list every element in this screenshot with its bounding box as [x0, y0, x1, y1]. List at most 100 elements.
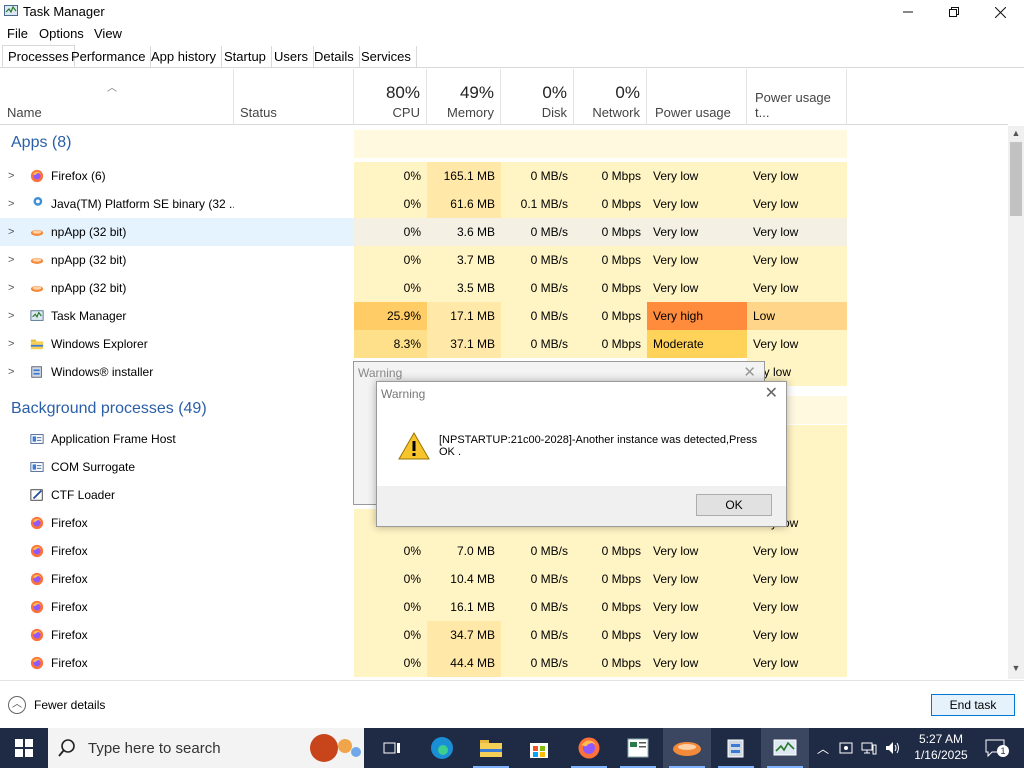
expand-chevron-icon[interactable]: >: [8, 302, 14, 330]
column-status[interactable]: Status: [234, 69, 354, 125]
expand-chevron-icon[interactable]: >: [8, 162, 14, 190]
process-row[interactable]: > Task Manager 25.9% 17.1 MB 0 MB/s 0 Mb…: [0, 302, 1008, 330]
process-row[interactable]: Firefox 0% 16.1 MB 0 MB/s 0 Mbps Very lo…: [0, 593, 1008, 621]
group-title-background: Background processes (49): [11, 400, 207, 417]
tray-overflow-chevron-icon[interactable]: ︿: [812, 728, 834, 768]
network-value: 0 Mbps: [574, 593, 647, 621]
npapp-taskbar-button[interactable]: [663, 728, 711, 768]
column-memory[interactable]: 49% Memory: [427, 69, 501, 125]
memory-value: 44.4 MB: [427, 649, 501, 677]
expand-chevron-icon[interactable]: >: [8, 190, 14, 218]
expand-chevron-icon[interactable]: >: [8, 218, 14, 246]
process-row[interactable]: Firefox 0% 34.7 MB 0 MB/s 0 Mbps Very lo…: [0, 621, 1008, 649]
fewer-details-link[interactable]: Fewer details: [34, 698, 105, 712]
process-row[interactable]: > Firefox (6) 0% 165.1 MB 0 MB/s 0 Mbps …: [0, 162, 1008, 190]
column-name-label: Name: [7, 105, 42, 120]
group-header-apps[interactable]: Apps (8): [0, 130, 1008, 158]
restore-button[interactable]: [931, 0, 977, 24]
tab-details[interactable]: Details: [309, 46, 360, 68]
vertical-scrollbar[interactable]: ▲ ▼: [1008, 126, 1024, 679]
tab-processes[interactable]: Processes: [2, 45, 75, 67]
process-row[interactable]: > npApp (32 bit) 0% 3.6 MB 0 MB/s 0 Mbps…: [0, 218, 1008, 246]
process-row[interactable]: Firefox 0% 44.4 MB 0 MB/s 0 Mbps Very lo…: [0, 649, 1008, 677]
chevron-up-circle-icon[interactable]: ︿: [8, 696, 26, 714]
menu-options[interactable]: Options: [39, 26, 84, 41]
task-manager-taskbar-button[interactable]: [761, 728, 809, 768]
close-icon[interactable]: ✕: [765, 383, 778, 403]
menu-file[interactable]: File: [7, 26, 28, 41]
start-button[interactable]: [0, 728, 48, 768]
ok-button[interactable]: OK: [696, 494, 772, 516]
firefox-taskbar-button[interactable]: [565, 728, 613, 768]
column-disk[interactable]: 0% Disk: [501, 69, 574, 125]
tab-bar: Processes Performance App history Startu…: [0, 44, 1024, 68]
tray-app-icon[interactable]: [836, 728, 856, 768]
warning-dialog: Warning ✕ [NPSTARTUP:21c00-2028]-Another…: [376, 381, 787, 527]
disk-value: 0 MB/s: [501, 162, 574, 190]
process-row[interactable]: Firefox 0% 10.4 MB 0 MB/s 0 Mbps Very lo…: [0, 565, 1008, 593]
memory-value: 37.1 MB: [427, 330, 501, 358]
tab-performance[interactable]: Performance: [66, 46, 152, 68]
firefox-icon: [30, 656, 44, 670]
taskbar-clock[interactable]: 5:27 AM 1/16/2025: [906, 731, 976, 763]
close-button[interactable]: [977, 0, 1023, 24]
memory-value: 10.4 MB: [427, 565, 501, 593]
title-bar[interactable]: Task Manager: [0, 0, 1024, 24]
file-explorer-taskbar-button[interactable]: [467, 728, 515, 768]
process-row[interactable]: > Windows Explorer 8.3% 37.1 MB 0 MB/s 0…: [0, 330, 1008, 358]
notification-center-button[interactable]: 1: [980, 728, 1010, 768]
process-name: Java(TM) Platform SE binary (32 ...: [51, 197, 234, 211]
power-value: Very low: [647, 621, 747, 649]
network-icon[interactable]: [858, 728, 880, 768]
process-row[interactable]: > npApp (32 bit) 0% 3.7 MB 0 MB/s 0 Mbps…: [0, 246, 1008, 274]
expand-chevron-icon[interactable]: >: [8, 358, 14, 386]
process-row[interactable]: > Java(TM) Platform SE binary (32 ... 0%…: [0, 190, 1008, 218]
close-icon: [994, 6, 1006, 18]
network-value: 0 Mbps: [574, 218, 647, 246]
cpu-value: 0%: [354, 246, 427, 274]
end-task-button[interactable]: End task: [931, 694, 1015, 716]
menu-view[interactable]: View: [94, 26, 122, 41]
column-network[interactable]: 0% Network: [574, 69, 647, 125]
scroll-up-icon[interactable]: ▲: [1008, 128, 1024, 142]
power-value: Very low: [647, 274, 747, 302]
expand-chevron-icon[interactable]: >: [8, 246, 14, 274]
expand-chevron-icon[interactable]: >: [8, 330, 14, 358]
process-name: npApp (32 bit): [51, 225, 127, 239]
power-value: Very low: [647, 537, 747, 565]
memory-value: 3.6 MB: [427, 218, 501, 246]
app-taskbar-button[interactable]: [614, 728, 662, 768]
column-name[interactable]: ︿ Name: [0, 69, 234, 125]
volume-icon[interactable]: [882, 728, 904, 768]
minimize-button[interactable]: [885, 0, 931, 24]
power-value: Very low: [647, 593, 747, 621]
process-row[interactable]: > npApp (32 bit) 0% 3.5 MB 0 MB/s 0 Mbps…: [0, 274, 1008, 302]
disk-value: 0 MB/s: [501, 565, 574, 593]
column-power-label: Power usage: [655, 105, 731, 120]
power-trend-value: Very low: [747, 218, 847, 246]
store-taskbar-button[interactable]: [515, 728, 563, 768]
taskbar-search-box[interactable]: Type here to search: [48, 728, 364, 768]
scroll-thumb[interactable]: [1010, 142, 1022, 216]
task-view-button[interactable]: [368, 728, 416, 768]
column-power-trend[interactable]: Power usage t...: [747, 69, 847, 125]
tab-startup[interactable]: Startup: [219, 46, 272, 68]
frame-host-icon: [30, 434, 44, 444]
disk-value: 0 MB/s: [501, 649, 574, 677]
close-icon[interactable]: ✕: [743, 363, 756, 381]
search-icon: [58, 739, 75, 757]
expand-chevron-icon[interactable]: >: [8, 274, 14, 302]
tab-services[interactable]: Services: [356, 46, 417, 68]
scroll-down-icon[interactable]: ▼: [1008, 663, 1024, 677]
edge-taskbar-button[interactable]: [418, 728, 466, 768]
column-power-usage[interactable]: Power usage: [647, 69, 747, 125]
tab-app-history[interactable]: App history: [146, 46, 223, 68]
power-value: Very low: [647, 246, 747, 274]
process-name: Application Frame Host: [51, 432, 176, 446]
tab-users[interactable]: Users: [269, 46, 314, 68]
column-cpu[interactable]: 80% CPU: [354, 69, 427, 125]
firefox-icon: [30, 169, 44, 183]
process-name: Firefox: [51, 656, 88, 670]
installer-taskbar-button[interactable]: [712, 728, 760, 768]
process-row[interactable]: Firefox 0% 7.0 MB 0 MB/s 0 Mbps Very low…: [0, 537, 1008, 565]
